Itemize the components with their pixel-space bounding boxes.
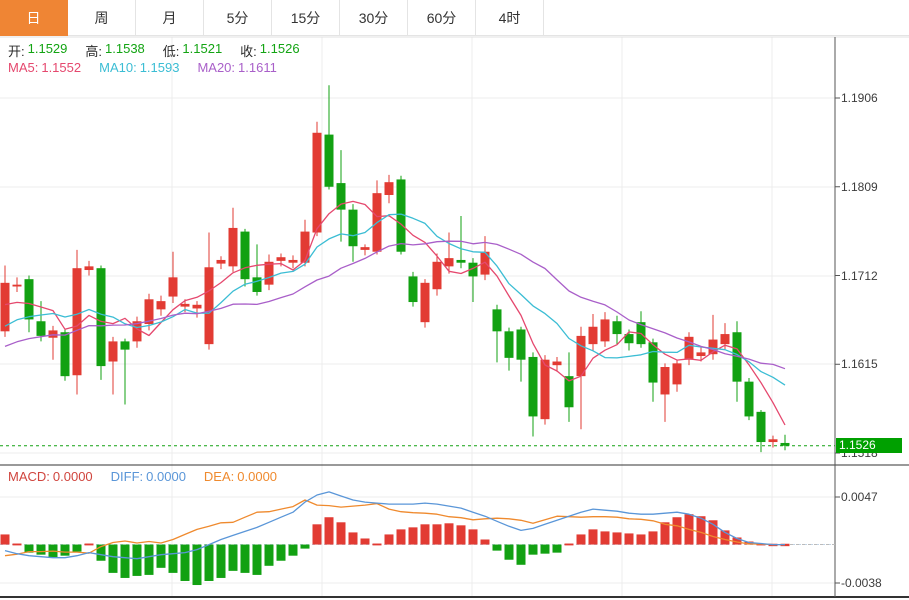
diff-value: 0.0000 <box>146 469 186 484</box>
high-label: 高: <box>85 41 102 60</box>
macd-tick-label: -0.0038 <box>841 576 903 590</box>
diff-label: DIFF: <box>111 469 144 484</box>
tab-60分[interactable]: 60分 <box>408 0 476 36</box>
dea-value-readout: DEA: 0.0000 <box>204 469 277 484</box>
dea-label: DEA: <box>204 469 234 484</box>
price-tick-label: 1.1906 <box>841 91 903 105</box>
tab-日[interactable]: 日 <box>0 0 68 36</box>
ma5-value: 1.1552 <box>41 60 81 75</box>
ma20-readout: MA20: 1.1611 <box>197 60 276 75</box>
ma20-label: MA20: <box>197 60 235 75</box>
panel-borders <box>0 37 909 597</box>
chart-canvas[interactable] <box>0 0 909 600</box>
price-tick-label: 1.1809 <box>841 180 903 194</box>
macd-value-readout: MACD: 0.0000 <box>8 469 93 484</box>
candlesticks <box>1 85 790 452</box>
macd-value: 0.0000 <box>53 469 93 484</box>
ma-readout: MA5: 1.1552 MA10: 1.1593 MA20: 1.1611 <box>8 60 277 75</box>
ohlc-readout: 开: 1.1529 高: 1.1538 低: 1.1521 收: 1.1526 <box>8 41 300 60</box>
close-label: 收: <box>240 41 257 60</box>
ma10-value: 1.1593 <box>140 60 180 75</box>
macd-label: MACD: <box>8 469 50 484</box>
low-readout: 低: 1.1521 <box>163 41 222 60</box>
timeframe-tabbar: 日周月5分15分30分60分4时 <box>0 0 909 36</box>
close-value: 1.1526 <box>260 41 300 60</box>
low-value: 1.1521 <box>182 41 222 60</box>
current-price-badge: 1.1526 <box>836 438 902 453</box>
low-label: 低: <box>163 41 180 60</box>
tabbar-filler <box>544 0 909 36</box>
diff-value-readout: DIFF: 0.0000 <box>111 469 186 484</box>
tab-月[interactable]: 月 <box>136 0 204 36</box>
macd-readout: MACD: 0.0000 DIFF: 0.0000 DEA: 0.0000 <box>8 469 277 484</box>
price-tick-label: 1.1712 <box>841 269 903 283</box>
ma10-readout: MA10: 1.1593 <box>99 60 179 75</box>
ma10-label: MA10: <box>99 60 137 75</box>
kline-chart-app: 日周月5分15分30分60分4时 开: 1.1529 高: 1.1538 低: … <box>0 0 909 600</box>
tab-15分[interactable]: 15分 <box>272 0 340 36</box>
close-readout: 收: 1.1526 <box>240 41 299 60</box>
ma20-value: 1.1611 <box>238 60 277 75</box>
open-readout: 开: 1.1529 <box>8 41 67 60</box>
macd-tick-label: 0.0047 <box>841 490 903 504</box>
tab-4时[interactable]: 4时 <box>476 0 544 36</box>
open-value: 1.1529 <box>28 41 68 60</box>
ma5-label: MA5: <box>8 60 38 75</box>
current-price-text: 1.1526 <box>839 438 876 452</box>
ma10-line <box>5 214 785 385</box>
price-tick-label: 1.1615 <box>841 357 903 371</box>
tab-30分[interactable]: 30分 <box>340 0 408 36</box>
high-readout: 高: 1.1538 <box>85 41 144 60</box>
tab-5分[interactable]: 5分 <box>204 0 272 36</box>
tab-周[interactable]: 周 <box>68 0 136 36</box>
ma5-readout: MA5: 1.1552 <box>8 60 81 75</box>
open-label: 开: <box>8 41 25 60</box>
dea-value: 0.0000 <box>237 469 277 484</box>
high-value: 1.1538 <box>105 41 145 60</box>
